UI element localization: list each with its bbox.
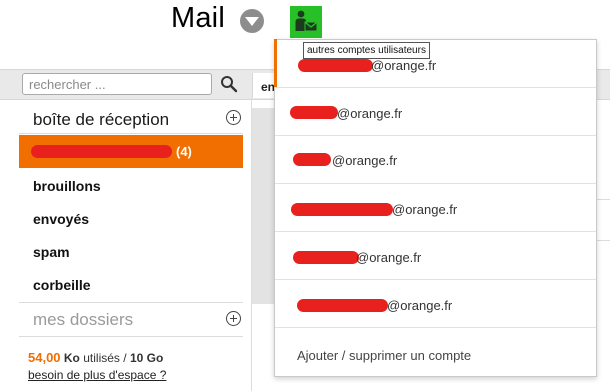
search-input[interactable] [22,73,212,95]
divider [19,302,243,303]
divider [19,336,243,337]
account-domain: @orange.fr [337,106,403,121]
redacted-username [290,106,338,119]
storage-used-value: 54,00 [28,350,61,365]
redacted-username [291,203,393,216]
other-accounts-button[interactable] [290,6,322,38]
account-domain: @orange.fr [387,298,453,313]
folder-drafts[interactable]: brouillons [33,178,101,194]
account-item[interactable]: @orange.fr [275,232,596,280]
account-domain: @orange.fr [332,153,398,168]
unread-count-badge: (4) [176,144,192,159]
chevron-down-icon[interactable] [240,9,264,33]
account-item[interactable]: @orange.fr [275,136,596,184]
my-folders-header: mes dossiers [33,310,134,329]
folder-trash[interactable]: corbeille [33,277,91,293]
redacted-username [297,299,388,312]
account-domain: @orange.fr [392,202,458,217]
redacted-username [298,59,373,72]
storage-used-label: utilisés / [83,351,127,365]
divider [597,240,610,241]
inbox-header[interactable]: boîte de réception [33,110,169,130]
selected-account-accent [274,39,277,87]
storage-unit: Ko [63,351,80,365]
app-title: Mail [171,2,225,34]
more-space-link[interactable]: besoin de plus d'espace ? [28,368,166,382]
accounts-dropdown: @orange.fr @orange.fr @orange.fr @orange… [274,39,597,377]
manage-accounts-link[interactable]: Ajouter / supprimer un compte [297,348,471,363]
account-item[interactable]: @orange.fr [275,184,596,232]
accounts-tooltip: autres comptes utilisateurs [303,42,430,59]
account-domain: @orange.fr [371,58,437,73]
active-inbox-folder[interactable]: (4) [19,135,243,168]
divider [597,199,610,200]
main-tab-label: en [261,80,276,94]
folder-spam[interactable]: spam [33,244,70,260]
account-item[interactable]: @orange.fr [275,88,596,136]
account-item[interactable]: @orange.fr [275,280,596,328]
user-mail-icon [295,10,318,32]
storage-usage: 54,00 Ko utilisés / 10 Go [28,350,163,365]
add-inbox-icon[interactable] [226,110,241,125]
search-icon[interactable] [220,75,238,93]
redacted-username [293,251,359,264]
divider [19,133,243,134]
folder-sent[interactable]: envoyés [33,211,89,227]
redacted-username [293,153,331,166]
add-folder-icon[interactable] [226,311,241,326]
account-domain: @orange.fr [356,250,422,265]
storage-total: 10 Go [129,351,164,365]
redacted-address [31,145,172,158]
